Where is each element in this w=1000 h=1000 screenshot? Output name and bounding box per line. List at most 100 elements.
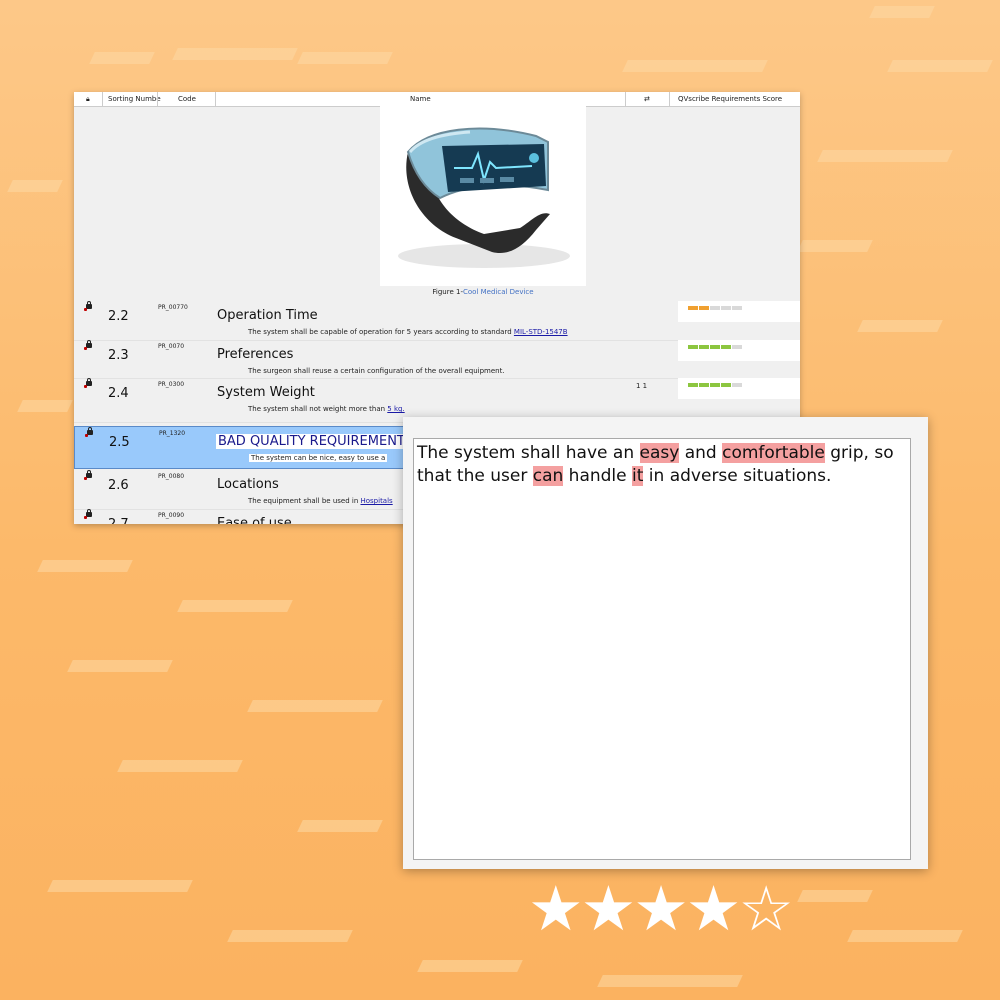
background-streak — [887, 60, 993, 72]
background-streak — [227, 930, 353, 942]
score-segment — [721, 306, 731, 310]
rating-stars: ★★★★☆ — [528, 872, 794, 945]
background-streak — [869, 6, 935, 18]
background-streak — [297, 820, 383, 832]
requirement-code: PR_0300 — [158, 381, 185, 388]
lock-column-icon[interactable]: 🔒︎ — [86, 95, 90, 104]
score-segment — [710, 383, 720, 387]
filled-star-icon: ★ — [528, 872, 584, 945]
requirement-title[interactable]: System Weight — [217, 385, 315, 400]
requirement-description: The system shall be capable of operation… — [248, 328, 568, 336]
sorting-number: 2.3 — [108, 348, 129, 363]
requirement-code: PR_1320 — [159, 430, 186, 437]
column-code[interactable]: Code — [178, 95, 196, 103]
sorting-number: 2.2 — [108, 309, 129, 324]
table-row[interactable]: 2.2 PR_00770 Operation Time The system shal… — [74, 301, 800, 341]
requirement-title[interactable]: Locations — [217, 477, 279, 492]
figure-image — [380, 106, 586, 286]
trace-link-column-icon[interactable]: ⇄ — [644, 95, 650, 103]
background-streak — [47, 880, 193, 892]
requirement-text[interactable]: The system shall have an easy and comfor… — [417, 442, 897, 488]
requirement-link[interactable]: MIL-STD-1547B — [514, 328, 568, 336]
lock-icon — [84, 340, 92, 350]
filled-star-icon: ★ — [633, 872, 689, 945]
requirement-link[interactable]: Hospitals — [360, 497, 392, 505]
score-segment — [710, 345, 720, 349]
ambiguous-word-highlight: can — [532, 466, 564, 486]
text-segment: handle — [563, 466, 633, 486]
requirement-code: PR_0070 — [158, 343, 185, 350]
filled-star-icon: ★ — [685, 872, 742, 945]
requirement-title[interactable]: Ease of use — [217, 516, 292, 524]
requirement-text-area[interactable]: The system shall have an easy and comfor… — [413, 438, 911, 860]
sorting-number: 2.6 — [108, 478, 129, 493]
background-streak — [857, 320, 943, 332]
score-segment — [732, 345, 742, 349]
sorting-number: 2.5 — [109, 435, 130, 450]
column-name[interactable]: Name — [410, 95, 431, 103]
score-segment — [699, 345, 709, 349]
filled-star-icon: ★ — [580, 872, 637, 945]
requirement-description: The equipment shall be used in Hospitals — [248, 497, 393, 505]
trace-links-icon[interactable]: 1 1 — [636, 382, 647, 390]
background-streak — [297, 52, 393, 64]
background-streak — [817, 150, 953, 162]
background-streak — [7, 180, 63, 192]
background-streak — [247, 700, 383, 712]
background-streak — [172, 48, 298, 60]
requirement-code: PR_00770 — [158, 304, 188, 311]
text-segment: The system shall have an — [417, 443, 640, 463]
text-segment: and — [679, 443, 723, 463]
column-sorting-number[interactable]: Sorting Numbe — [108, 95, 161, 103]
score-segment — [688, 383, 698, 387]
requirement-description: The system can be nice, easy to use a — [249, 454, 388, 462]
requirement-code: PR_0080 — [158, 473, 185, 480]
figure-caption: Figure 1-Cool Medical Device — [380, 288, 586, 296]
score-segment — [721, 383, 731, 387]
score-segment — [699, 306, 709, 310]
lock-icon — [84, 378, 92, 388]
background-streak — [597, 975, 743, 987]
table-header: 🔒︎ Sorting Numbe Code Name ⇄ QVscribe Re… — [74, 92, 800, 107]
background-streak — [177, 600, 293, 612]
background-streak — [622, 60, 768, 72]
requirement-link[interactable]: 5 kg. — [387, 405, 404, 413]
background-streak — [37, 560, 133, 572]
lock-icon — [85, 427, 93, 437]
ambiguous-word-highlight: easy — [639, 443, 680, 463]
requirement-title[interactable]: BAD QUALITY REQUIREMENT — [216, 434, 407, 449]
text-segment: in adverse situations. — [643, 466, 832, 486]
score-cell — [678, 340, 800, 361]
score-segment — [699, 383, 709, 387]
ambiguous-word-highlight: comfortable — [722, 443, 825, 463]
medical-device-wristband-image — [398, 127, 570, 268]
background-streak — [417, 960, 523, 972]
score-cell — [678, 301, 800, 322]
figure-label: Figure 1- — [432, 288, 463, 296]
requirement-text-panel: The system shall have an easy and comfor… — [403, 417, 928, 869]
background-streak — [89, 52, 155, 64]
score-segment — [732, 306, 742, 310]
ambiguous-word-highlight: it — [632, 466, 644, 486]
score-segment — [721, 345, 731, 349]
quality-score-bar — [688, 345, 742, 349]
score-segment — [732, 383, 742, 387]
sorting-number: 2.7 — [108, 517, 129, 524]
quality-score-bar — [688, 306, 742, 310]
requirement-title[interactable]: Preferences — [217, 347, 293, 362]
column-requirements-score[interactable]: QVscribe Requirements Score — [678, 95, 782, 103]
sorting-number: 2.4 — [108, 386, 129, 401]
requirement-title[interactable]: Operation Time — [217, 308, 318, 323]
figure-caption-text: Cool Medical Device — [462, 288, 534, 296]
lock-icon — [84, 301, 92, 311]
requirement-description: The system shall not weight more than 5 … — [248, 405, 405, 413]
lock-icon — [84, 470, 92, 480]
table-row[interactable]: 2.3 PR_0070 Preferences The surgeon shall r… — [74, 340, 800, 379]
background-streak — [797, 240, 873, 252]
score-segment — [710, 306, 720, 310]
empty-star-icon: ☆ — [738, 872, 794, 945]
background-streak — [17, 400, 73, 412]
quality-score-bar — [688, 383, 742, 387]
requirement-description: The surgeon shall reuse a certain config… — [248, 367, 505, 375]
lock-icon — [84, 509, 92, 519]
